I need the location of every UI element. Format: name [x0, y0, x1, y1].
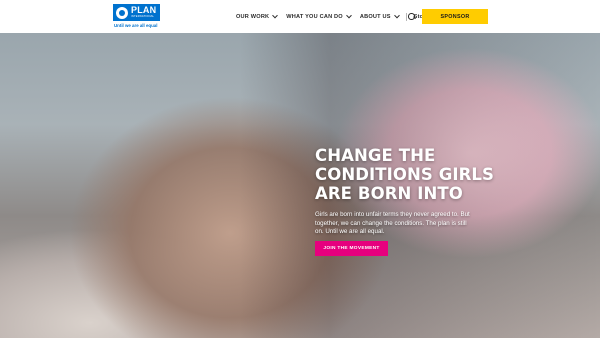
- nav-item-label: WHAT YOU CAN DO: [286, 14, 343, 20]
- chevron-down-icon: [393, 12, 400, 19]
- nav-item-what-you-can-do[interactable]: WHAT YOU CAN DO: [286, 12, 352, 20]
- logo-text: PLAN INTERNATIONAL: [131, 6, 156, 19]
- nav-item-label: ABOUT US: [359, 14, 391, 20]
- hero-description: Girls are born into unfair terms they ne…: [315, 211, 470, 236]
- chevron-down-icon: [346, 12, 352, 19]
- logo-box: PLAN INTERNATIONAL: [113, 4, 160, 21]
- nav-item-about-us[interactable]: ABOUT US: [359, 12, 400, 20]
- hero-title-line: ARE BORN INTO: [315, 184, 463, 203]
- hero-banner: CHANGE THE CONDITIONS GIRLS ARE BORN INT…: [0, 33, 600, 338]
- nav-divider: [405, 13, 407, 21]
- hero-title: CHANGE THE CONDITIONS GIRLS ARE BORN INT…: [315, 146, 515, 203]
- plan-international-logo[interactable]: PLAN INTERNATIONAL Until we are all equa…: [113, 4, 160, 30]
- nav-item-label: OUR WORK: [236, 14, 270, 20]
- site-header: PLAN INTERNATIONAL Until we are all equa…: [0, 0, 600, 33]
- hero-title-line: CONDITIONS GIRLS: [315, 165, 495, 184]
- join-the-movement-button[interactable]: JOIN THE MOVEMENT: [315, 241, 388, 256]
- sponsor-button[interactable]: SPONSOR: [422, 9, 488, 24]
- hero-title-line: CHANGE THE: [315, 146, 436, 165]
- chevron-down-icon: [272, 12, 279, 19]
- plan-logo-icon: [116, 6, 128, 19]
- logo-tagline: Until we are all equal: [114, 23, 158, 28]
- nav-item-our-work[interactable]: OUR WORK: [236, 12, 279, 20]
- logo-sub: INTERNATIONAL: [131, 15, 155, 19]
- logo-word: PLAN: [131, 5, 157, 16]
- search-icon[interactable]: [408, 13, 415, 20]
